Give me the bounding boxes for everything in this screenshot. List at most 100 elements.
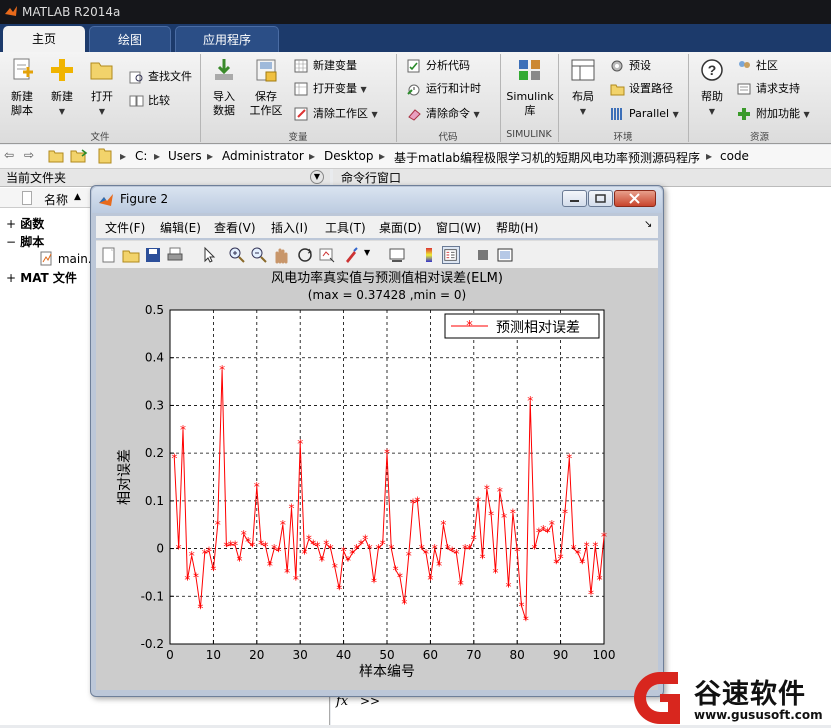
data-point-marker: * [293, 573, 299, 587]
parallel-button[interactable]: Parallel ▼ [609, 105, 679, 123]
data-point-marker: * [579, 556, 585, 570]
data-point-marker: * [215, 518, 221, 532]
y-tick-label: -0.2 [141, 637, 164, 651]
menu-tools[interactable]: 工具(T) [325, 219, 366, 236]
data-point-marker: * [176, 542, 182, 556]
minimize-button[interactable] [562, 190, 587, 207]
expand-icon[interactable]: + [6, 217, 16, 231]
data-point-marker: * [406, 549, 412, 563]
request-support-label: 请求支持 [756, 82, 800, 95]
breadcrumb-c[interactable]: C: [135, 149, 147, 163]
ribbon-tab-row: 主页 绘图 应用程序 [0, 24, 831, 52]
maximize-button[interactable] [588, 190, 613, 207]
link-plot-icon[interactable] [388, 246, 406, 264]
import-data-button[interactable]: 导入 数据 [206, 58, 242, 118]
tree-item-scripts[interactable]: − 脚本 [6, 233, 44, 250]
tab-home[interactable]: 主页 [3, 26, 85, 52]
menu-window[interactable]: 窗口(W) [436, 219, 481, 236]
data-cursor-icon[interactable] [318, 246, 336, 264]
request-support-button[interactable]: 请求支持 [736, 80, 800, 98]
simulink-label-2: 库 [524, 104, 536, 117]
data-point-marker: * [592, 540, 598, 554]
clear-commands-button[interactable]: 清除命令 ▼ [406, 105, 480, 123]
find-files-button[interactable]: 查找文件 [128, 68, 192, 86]
menu-view[interactable]: 查看(V) [214, 219, 256, 236]
clear-workspace-button[interactable]: 清除工作区 ▼ [293, 105, 378, 123]
pan-hand-icon[interactable] [272, 246, 290, 264]
breadcrumb-project-folder[interactable]: 基于matlab编程极限学习机的短期风电功率预测源码程序 [394, 149, 700, 166]
minimize-icon [570, 200, 579, 202]
x-tick-label: 40 [336, 648, 351, 662]
preferences-button[interactable]: 预设 [609, 57, 651, 75]
panel-menu-icon[interactable]: ▼ [310, 170, 324, 184]
pointer-icon[interactable] [200, 246, 218, 264]
close-button[interactable] [614, 190, 656, 207]
layout-button[interactable]: 布局 ▼ [564, 58, 602, 119]
new-variable-button[interactable]: 新建变量 [293, 57, 357, 75]
data-point-marker: * [506, 580, 512, 594]
chart: 0 10 20 30 40 50 60 70 80 90 100 -0.2 -0.1 0 0.1 0.2 0.3… [117, 270, 615, 680]
parallel-label: Parallel [629, 107, 670, 120]
brush-menu-arrow-icon[interactable]: ▼ [364, 248, 382, 266]
community-button[interactable]: 社区 [736, 57, 778, 75]
import-label-1: 导入 [213, 90, 235, 103]
print-icon[interactable] [166, 246, 184, 264]
name-column-header[interactable]: 名称 ▲ [0, 188, 90, 208]
menu-desktop[interactable]: 桌面(D) [379, 219, 422, 236]
compare-button[interactable]: 比较 [128, 92, 170, 110]
simulink-library-button[interactable]: Simulink 库 [504, 58, 556, 118]
hide-plot-tools-icon[interactable] [474, 246, 492, 264]
back-arrow-icon[interactable]: ⇦ [4, 148, 14, 162]
save-ws-label-2: 工作区 [249, 104, 283, 117]
up-folder-icon[interactable] [48, 148, 64, 166]
menu-file[interactable]: 文件(F) [105, 219, 145, 236]
set-path-button[interactable]: 设置路径 [609, 80, 673, 98]
show-plot-tools-icon[interactable] [496, 246, 514, 264]
menu-insert[interactable]: 插入(I) [271, 219, 308, 236]
tree-item-mat-files[interactable]: + MAT 文件 [6, 269, 77, 286]
tab-plots[interactable]: 绘图 [89, 26, 171, 52]
save-icon[interactable] [144, 246, 162, 264]
breadcrumb-users[interactable]: Users [168, 149, 202, 163]
add-ons-button[interactable]: 附加功能 ▼ [736, 105, 810, 123]
rotate-3d-icon[interactable] [296, 246, 314, 264]
analyze-code-button[interactable]: 分析代码 [406, 57, 470, 75]
new-button[interactable]: 新建 ▼ [44, 58, 80, 119]
menu-help[interactable]: 帮助(H) [496, 219, 538, 236]
brush-icon[interactable] [342, 246, 360, 264]
dock-arrow-icon[interactable]: ↘ [644, 219, 652, 230]
data-point-marker: * [384, 447, 390, 461]
figure-title-bar[interactable]: Figure 2 [92, 187, 662, 213]
breadcrumb-code[interactable]: code [720, 149, 749, 163]
tab-apps[interactable]: 应用程序 [175, 26, 279, 52]
legend-icon[interactable] [442, 246, 460, 264]
data-point-marker: * [328, 542, 334, 556]
save-workspace-button[interactable]: 保存 工作区 [246, 58, 286, 118]
open-variable-button[interactable]: 打开变量 ▼ [293, 80, 367, 98]
support-icon [737, 83, 751, 95]
open-button[interactable]: 打开 ▼ [84, 58, 120, 119]
data-point-marker: * [488, 509, 494, 523]
help-button[interactable]: ? 帮助 ▼ [694, 58, 730, 119]
tree-item-main-file[interactable]: main. [40, 251, 92, 266]
forward-arrow-icon[interactable]: ⇨ [24, 148, 34, 162]
breadcrumb-administrator[interactable]: Administrator [222, 149, 304, 163]
zoom-in-icon[interactable] [228, 246, 246, 264]
breadcrumb-desktop[interactable]: Desktop [324, 149, 374, 163]
expand-icon[interactable]: + [6, 271, 16, 285]
tree-item-functions[interactable]: + 函数 [6, 215, 44, 232]
new-figure-icon[interactable] [100, 246, 118, 264]
browse-folder-icon[interactable] [70, 148, 88, 166]
menu-edit[interactable]: 编辑(E) [160, 219, 201, 236]
new-script-button[interactable]: 新建 脚本 [4, 58, 40, 118]
zoom-out-icon[interactable] [250, 246, 268, 264]
legend[interactable]: * 预测相对误差 [444, 313, 600, 339]
y-tick-label: 0.5 [145, 303, 164, 317]
run-and-time-button[interactable]: 运行和计时 [406, 80, 481, 98]
open-file-icon[interactable] [122, 246, 140, 264]
colorbar-icon[interactable] [420, 246, 438, 264]
collapse-icon[interactable]: − [6, 235, 16, 249]
data-point-marker: * [479, 552, 485, 566]
save-ws-label-1: 保存 [255, 90, 277, 103]
y-tick-label: 0 [156, 542, 164, 556]
